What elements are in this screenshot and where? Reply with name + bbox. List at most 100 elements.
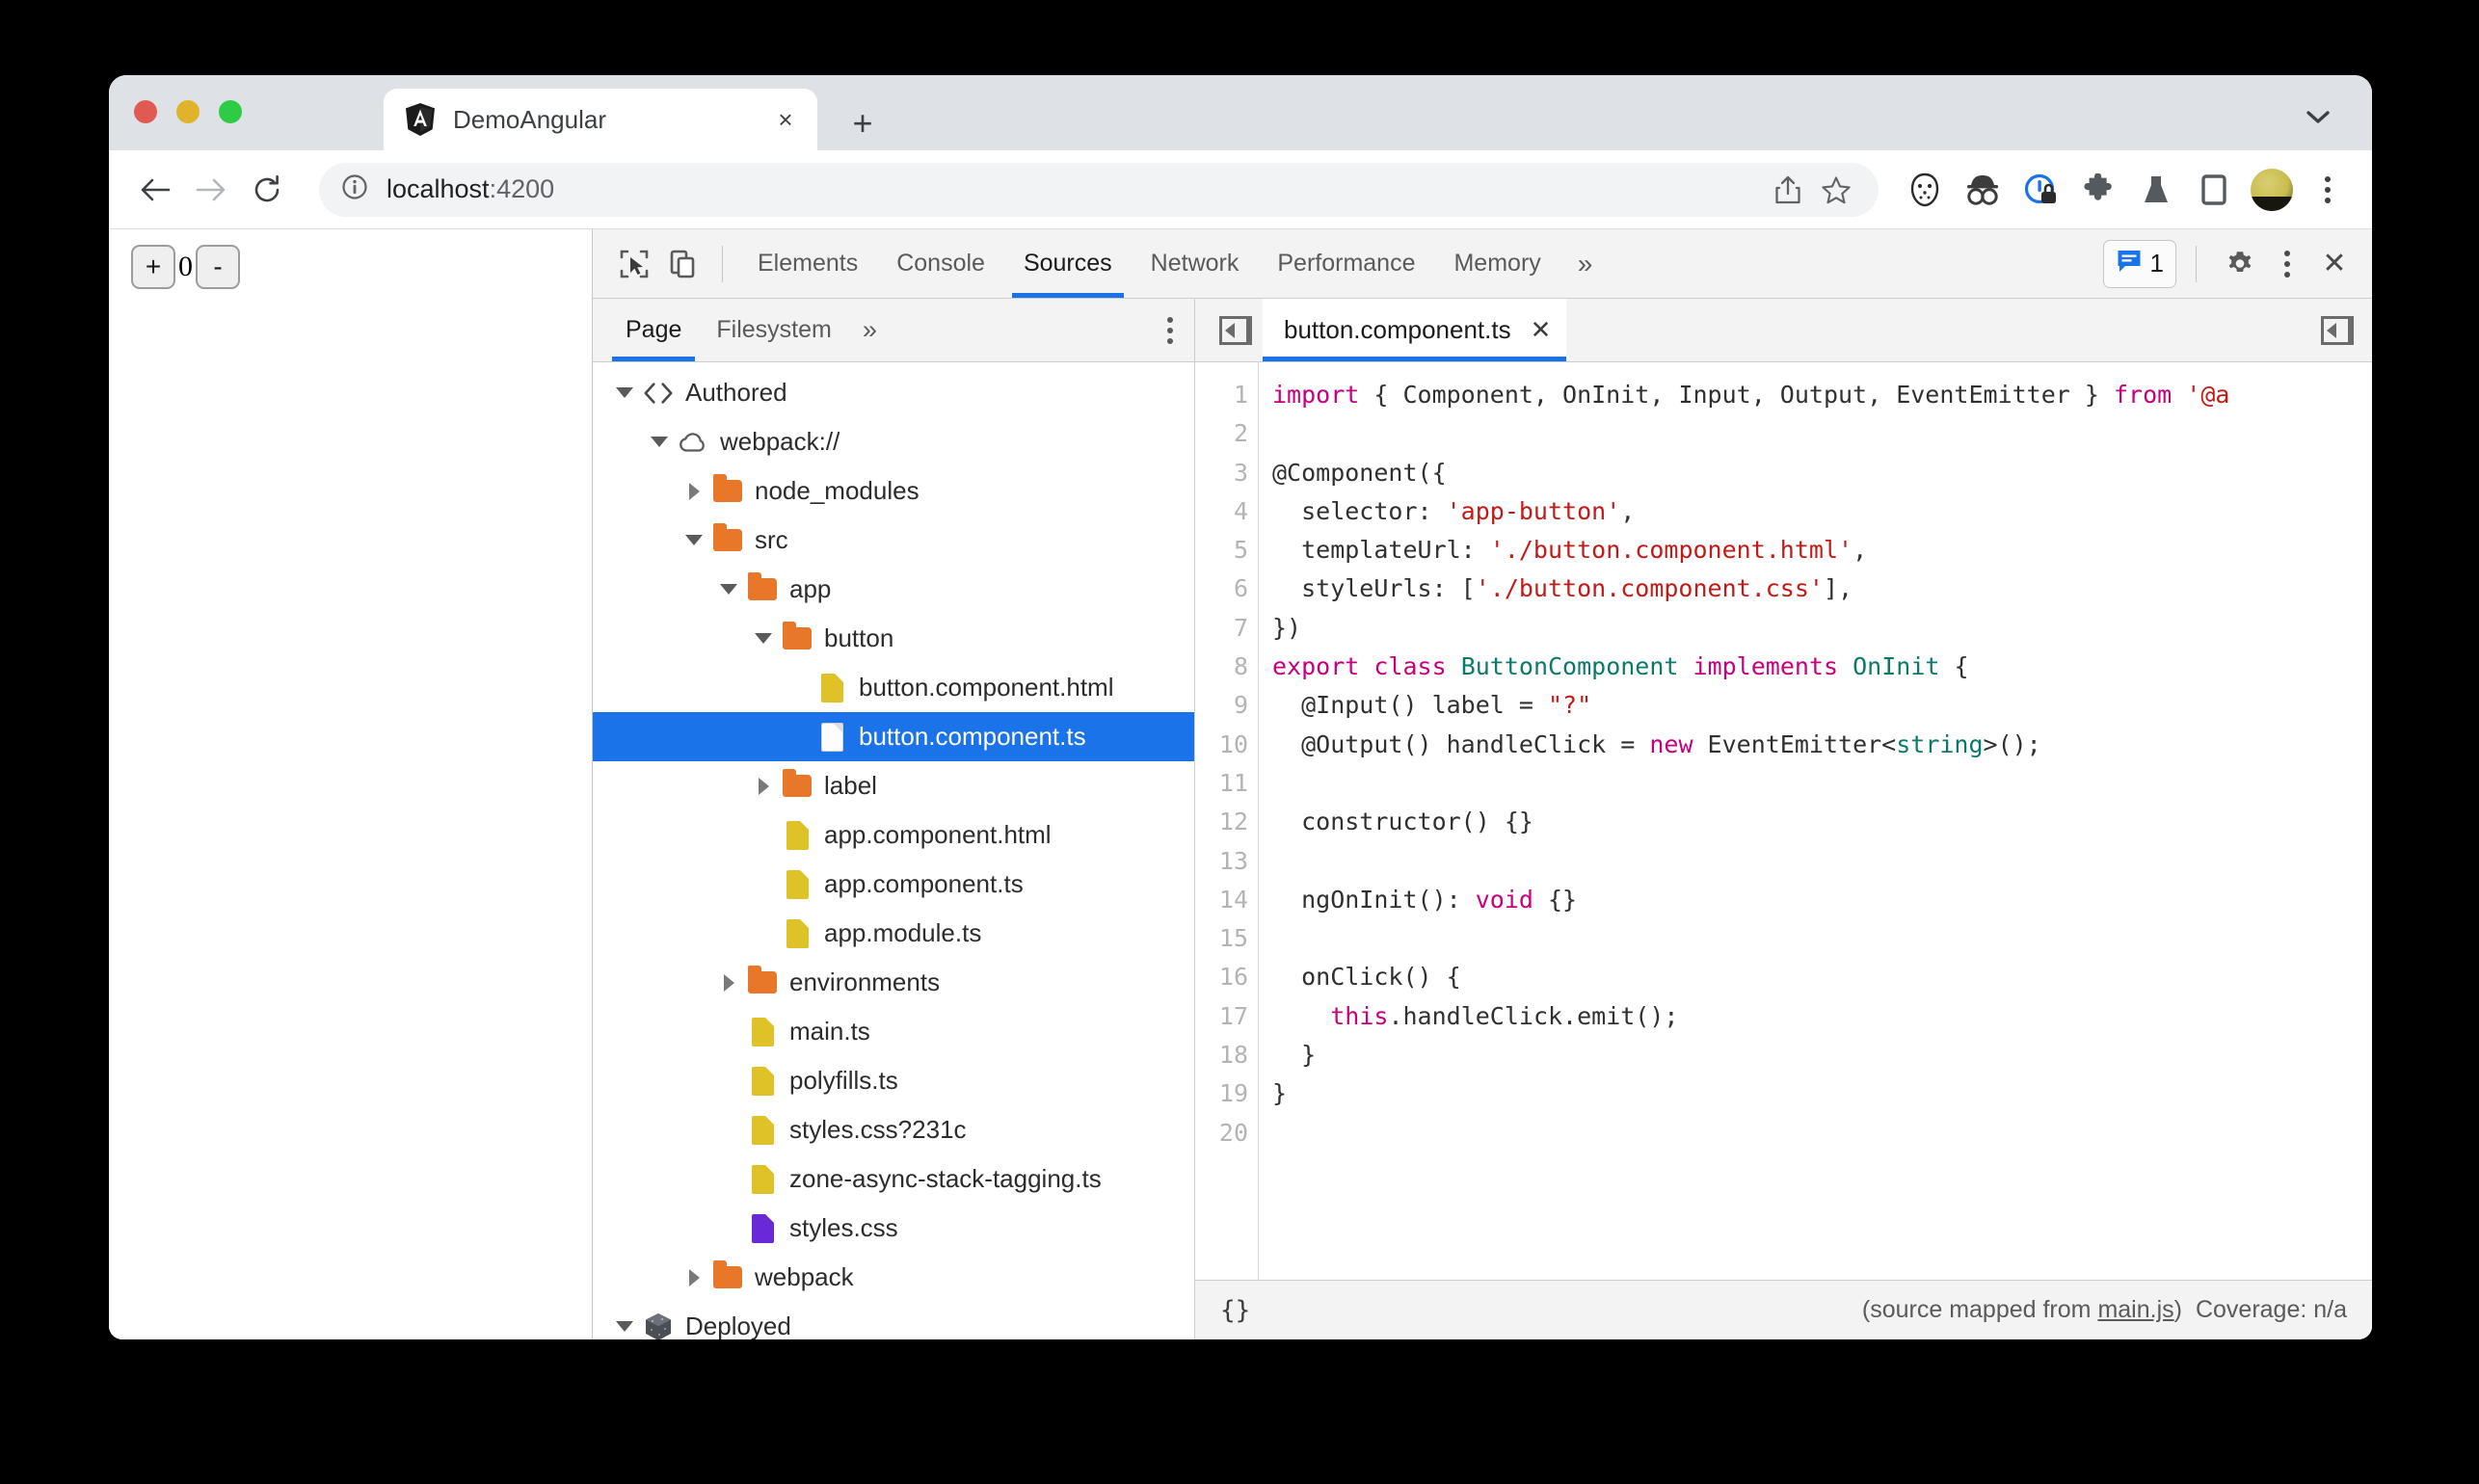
site-info-icon[interactable]: [340, 172, 369, 206]
more-navigator-tabs-button[interactable]: »: [849, 299, 891, 361]
reload-button[interactable]: [242, 165, 292, 215]
show-navigator-panel-icon[interactable]: [1209, 299, 1263, 361]
console-message-badge[interactable]: 1: [2102, 239, 2176, 288]
editor-tab-button-component-ts[interactable]: button.component.ts ✕: [1263, 299, 1567, 361]
file-icon: [747, 1066, 778, 1097]
device-toolbar-icon[interactable]: [658, 240, 706, 288]
line-number: 16: [1218, 963, 1248, 992]
tree-item-styles-css[interactable]: styles.css: [593, 1204, 1194, 1253]
folder-icon: [712, 1260, 743, 1293]
tree-item-environments[interactable]: environments: [593, 958, 1194, 1007]
minimize-window-button[interactable]: [176, 100, 200, 123]
code-token: ,: [1853, 536, 1868, 565]
tree-item-polyfills-ts[interactable]: polyfills.ts: [593, 1056, 1194, 1105]
inspect-element-icon[interactable]: [610, 240, 658, 288]
extensions-puzzle-icon[interactable]: [2077, 169, 2119, 211]
tab-filesystem[interactable]: Filesystem: [699, 299, 848, 361]
triangle-down-icon[interactable]: [612, 1314, 637, 1339]
code-line: }: [1272, 1074, 2372, 1113]
close-icon[interactable]: ✕: [1531, 315, 1552, 345]
file-icon: [816, 673, 847, 703]
tree-item-src[interactable]: src: [593, 516, 1194, 565]
triangle-down-icon[interactable]: [647, 430, 672, 455]
close-window-button[interactable]: [134, 100, 157, 123]
code-token: ,: [1620, 496, 1636, 525]
forward-button[interactable]: [186, 165, 236, 215]
code-token: @Component({: [1272, 458, 1447, 487]
devtools-more-options-button[interactable]: [2268, 240, 2306, 288]
gear-icon[interactable]: [2216, 240, 2264, 288]
source-map-link[interactable]: main.js: [2097, 1296, 2173, 1323]
triangle-down-icon[interactable]: [612, 381, 637, 406]
decrement-button[interactable]: -: [196, 245, 240, 289]
coverage-status: Coverage: n/a: [2195, 1296, 2347, 1323]
close-icon[interactable]: ×: [771, 105, 800, 134]
tree-item-label: node_modules: [755, 476, 920, 505]
navigator-more-options-button[interactable]: [1146, 299, 1194, 361]
tree-item-app-component-ts[interactable]: app.component.ts: [593, 860, 1194, 909]
code-token: 'app-button': [1446, 496, 1621, 525]
tree-item-app[interactable]: app: [593, 565, 1194, 614]
tree-item-app-component-html[interactable]: app.component.html: [593, 810, 1194, 860]
tree-item-app-module-ts[interactable]: app.module.ts: [593, 909, 1194, 958]
tree-item-webpack-[interactable]: webpack://: [593, 417, 1194, 466]
tab-elements[interactable]: Elements: [738, 229, 877, 298]
experiments-flask-icon[interactable]: [2135, 169, 2177, 211]
reading-list-panel-icon[interactable]: [2193, 169, 2235, 211]
share-icon[interactable]: [1767, 169, 1809, 211]
close-devtools-button[interactable]: ✕: [2310, 240, 2359, 288]
tree-item-button[interactable]: button: [593, 614, 1194, 663]
tree-item-label[interactable]: label: [593, 761, 1194, 810]
file-tree[interactable]: Authored webpack:// node_modules src app butt…: [593, 362, 1194, 1339]
tab-network[interactable]: Network: [1132, 229, 1259, 298]
file-icon: [747, 1017, 778, 1047]
triangle-down-icon[interactable]: [751, 626, 776, 651]
browser-tab-title: DemoAngular: [453, 104, 606, 134]
tab-page[interactable]: Page: [608, 299, 699, 361]
tree-item-styles-css-231c[interactable]: styles.css?231c: [593, 1105, 1194, 1154]
tree-item-label: Authored: [685, 378, 787, 407]
tree-item-zone-async-stack-tagging-ts[interactable]: zone-async-stack-tagging.ts: [593, 1154, 1194, 1204]
browser-window: DemoAngular × + localhost:4200 + 0 - Ele…: [109, 75, 2372, 1339]
file-icon: [747, 1115, 778, 1146]
chevron-down-icon[interactable]: [2299, 100, 2337, 133]
tree-item-node-modules[interactable]: node_modules: [593, 466, 1194, 516]
tree-item-deployed[interactable]: Deployed: [593, 1302, 1194, 1339]
tree-item-label: app.module.ts: [824, 918, 982, 947]
address-bar[interactable]: localhost:4200: [319, 162, 1879, 217]
back-button[interactable]: [130, 165, 180, 215]
tab-console[interactable]: Console: [877, 229, 1004, 298]
tab-memory[interactable]: Memory: [1434, 229, 1559, 298]
bookmark-star-icon[interactable]: [1815, 169, 1857, 211]
code-token: ngOnInit():: [1272, 885, 1476, 914]
code-content[interactable]: import { Component, OnInit, Input, Outpu…: [1259, 362, 2372, 1280]
new-tab-button[interactable]: +: [843, 103, 882, 143]
pretty-print-button[interactable]: {}: [1220, 1296, 1250, 1325]
triangle-right-icon[interactable]: [751, 774, 776, 799]
hockey-mask-extension-icon[interactable]: [1904, 169, 1946, 211]
tab-sources[interactable]: Sources: [1004, 229, 1132, 298]
privacy-shield-extension-icon[interactable]: [2019, 169, 2062, 211]
show-debugger-sidebar-icon[interactable]: [2303, 299, 2372, 361]
increment-button[interactable]: +: [131, 245, 175, 289]
code-token: @Input() label =: [1272, 691, 1548, 720]
incognito-glasses-extension-icon[interactable]: [1961, 169, 2004, 211]
code-editor[interactable]: 1 2 3 4 5 6 7 8 9 10 11 12 13 14 15 16 17 18 19 20 import {…: [1195, 362, 2372, 1280]
triangle-down-icon[interactable]: [681, 528, 706, 553]
triangle-right-icon[interactable]: [681, 1265, 706, 1290]
triangle-right-icon[interactable]: [681, 479, 706, 504]
triangle-right-icon[interactable]: [716, 970, 741, 995]
tree-item-authored[interactable]: Authored: [593, 368, 1194, 417]
triangle-down-icon[interactable]: [716, 577, 741, 602]
browser-tab-demoangular[interactable]: DemoAngular ×: [384, 89, 817, 150]
chrome-menu-button[interactable]: [2306, 169, 2349, 211]
tree-item-main-ts[interactable]: main.ts: [593, 1007, 1194, 1056]
more-tabs-button[interactable]: »: [1560, 229, 1611, 298]
tab-performance[interactable]: Performance: [1258, 229, 1434, 298]
maximize-window-button[interactable]: [219, 100, 242, 123]
tree-item-button-component-html[interactable]: button.component.html: [593, 663, 1194, 712]
tree-item-button-component-ts[interactable]: button.component.ts: [593, 712, 1194, 761]
tree-item-webpack[interactable]: webpack: [593, 1253, 1194, 1302]
code-token: "?": [1547, 691, 1592, 720]
avatar[interactable]: [2251, 168, 2293, 211]
